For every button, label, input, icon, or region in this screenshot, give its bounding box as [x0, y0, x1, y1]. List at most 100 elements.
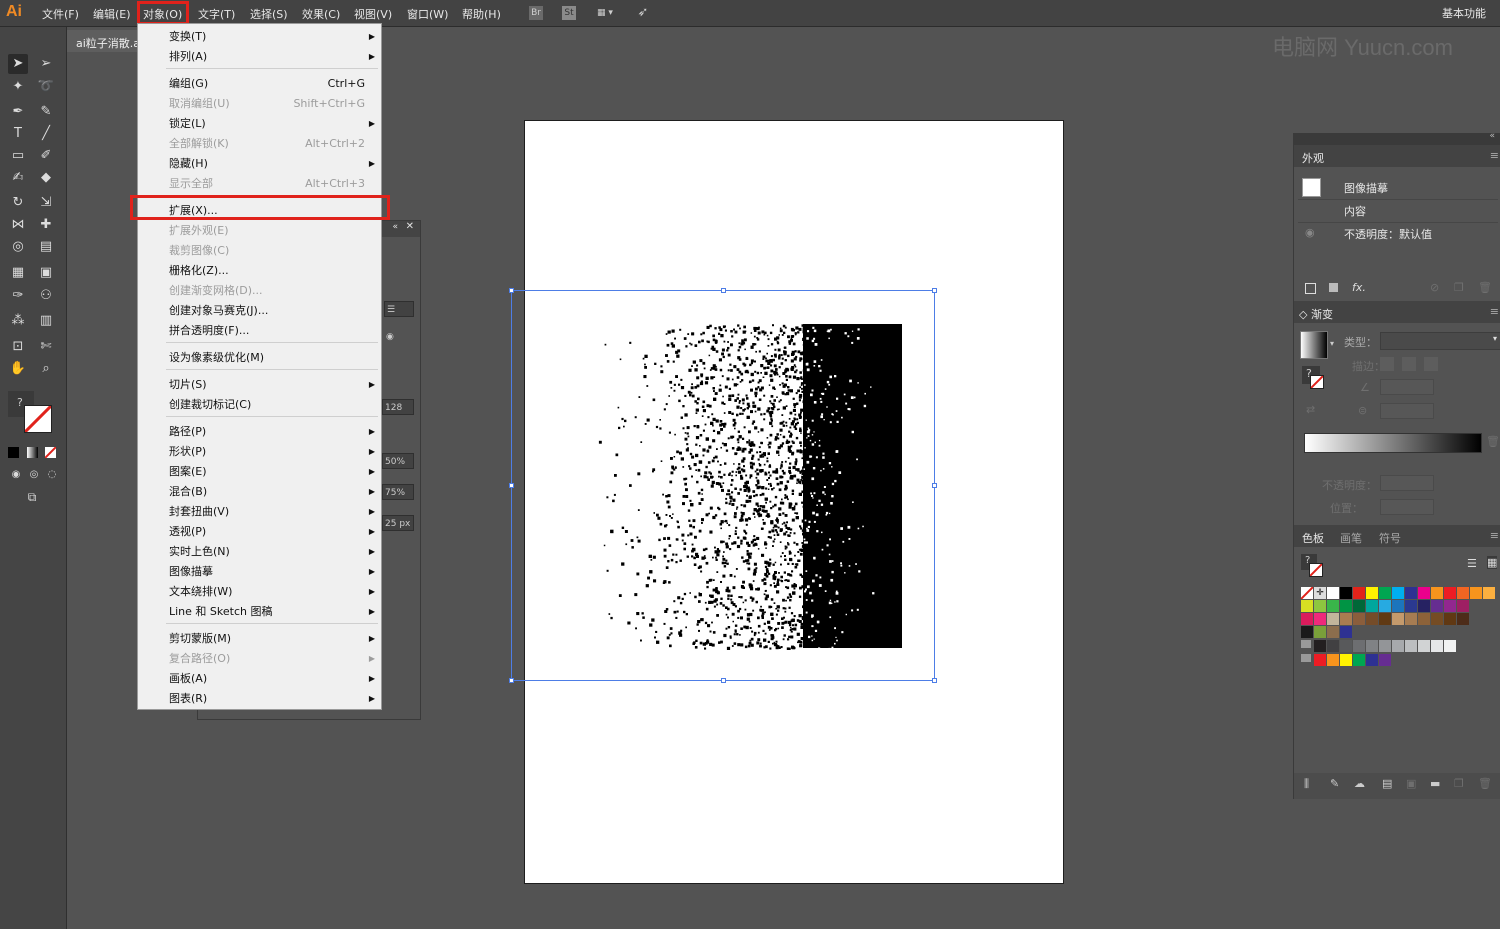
pattern-swatch[interactable] — [1340, 626, 1352, 638]
chevron-down-icon[interactable]: ▾ — [1330, 339, 1334, 348]
arrange-documents-icon[interactable]: ▦ ▾ — [592, 6, 618, 20]
none-swatch[interactable] — [1300, 586, 1314, 600]
color-swatch[interactable] — [1418, 613, 1430, 625]
resize-handle-top-right[interactable] — [932, 288, 937, 293]
fx-icon[interactable]: fx. — [1352, 281, 1366, 294]
object-menu-item[interactable]: 创建对象马赛克(J)... — [169, 302, 369, 320]
appearance-content-label[interactable]: 内容 — [1344, 203, 1366, 219]
color-swatch[interactable] — [1431, 600, 1443, 612]
color-swatch[interactable] — [1353, 587, 1365, 599]
gradient-slider[interactable] — [1304, 433, 1482, 453]
visibility-eye-icon[interactable]: ◉ — [1305, 226, 1315, 239]
resize-handle-right[interactable] — [932, 483, 937, 488]
object-menu-item[interactable]: 栅格化(Z)... — [169, 262, 369, 280]
panel-menu-icon[interactable]: ≡ — [1490, 529, 1499, 542]
registration-swatch[interactable]: ✛ — [1314, 587, 1326, 599]
panel-menu-icon[interactable]: ≡ — [1490, 149, 1499, 162]
swatch-kind-icon[interactable]: ✎ — [1330, 777, 1339, 790]
color-swatch[interactable] — [1340, 600, 1352, 612]
color-swatch[interactable] — [1340, 587, 1352, 599]
object-menu-item[interactable]: 透视(P) ▶ — [169, 523, 375, 541]
gradient-stroke-box[interactable] — [1310, 375, 1324, 389]
gray-swatch[interactable] — [1418, 640, 1430, 652]
color-swatch[interactable] — [1314, 600, 1326, 612]
threshold-field[interactable]: 128 — [382, 399, 414, 415]
color-swatch[interactable] — [1314, 613, 1326, 625]
object-menu-item[interactable]: 混合(B) ▶ — [169, 483, 375, 501]
object-menu-item[interactable]: 图案(E) ▶ — [169, 463, 375, 481]
pattern-swatch[interactable] — [1301, 626, 1313, 638]
object-menu-item[interactable]: 设为像素级优化(M) — [169, 349, 369, 367]
symbol-sprayer-tool-icon[interactable]: ⁂ — [8, 311, 28, 331]
selection-tool-icon[interactable]: ➤ — [8, 54, 28, 74]
pattern-swatch[interactable] — [1314, 626, 1326, 638]
tab-gradient[interactable]: ◇ 渐变 — [1299, 306, 1333, 322]
mesh-tool-icon[interactable]: ▦ — [8, 263, 28, 283]
object-menu-item[interactable]: 编组(G) Ctrl+G — [169, 75, 369, 93]
blend-tool-icon[interactable]: ⚇ — [36, 286, 56, 306]
gpu-performance-icon[interactable]: ➶ — [636, 6, 650, 20]
magic-wand-tool-icon[interactable]: ✦ — [8, 77, 28, 97]
object-menu-item[interactable]: 实时上色(N) ▶ — [169, 543, 375, 561]
scale-tool-icon[interactable]: ⇲ — [36, 193, 56, 213]
color-group-folder-icon[interactable] — [1301, 640, 1311, 648]
gray-swatch[interactable] — [1314, 640, 1326, 652]
resize-handle-bottom[interactable] — [721, 678, 726, 683]
color-swatch[interactable] — [1392, 600, 1404, 612]
color-swatch[interactable] — [1483, 587, 1495, 599]
color-swatch[interactable] — [1405, 587, 1417, 599]
cloud-icon[interactable]: ☁ — [1354, 777, 1365, 790]
gray-swatch[interactable] — [1392, 640, 1404, 652]
color-swatch[interactable] — [1366, 600, 1378, 612]
color-swatch[interactable] — [1418, 600, 1430, 612]
new-folder-icon[interactable]: ▬ — [1430, 777, 1440, 790]
none-mode-button[interactable] — [45, 447, 56, 458]
add-fill-icon[interactable] — [1329, 283, 1338, 292]
color-swatch[interactable] — [1431, 613, 1443, 625]
menu-8[interactable]: 帮助(H) — [462, 6, 501, 22]
object-menu-item[interactable]: 封套扭曲(V) ▶ — [169, 503, 375, 521]
bright-swatch[interactable] — [1314, 654, 1326, 666]
shape-builder-tool-icon[interactable]: ◎ — [8, 237, 28, 257]
lasso-tool-icon[interactable]: ➰ — [36, 77, 56, 97]
pattern-swatch[interactable] — [1327, 626, 1339, 638]
bright-swatch[interactable] — [1366, 654, 1378, 666]
column-graph-tool-icon[interactable]: ▥ — [36, 311, 56, 331]
object-menu-item[interactable]: 路径(P) ▶ — [169, 423, 375, 441]
menu-4[interactable]: 选择(S) — [250, 6, 288, 22]
color-swatch[interactable] — [1353, 600, 1365, 612]
rotate-tool-icon[interactable]: ↻ — [8, 193, 28, 213]
artboard-tool-icon[interactable]: ⊡ — [8, 337, 28, 357]
object-menu-item[interactable]: 拼合透明度(F)... — [169, 322, 369, 340]
color-swatch[interactable] — [1379, 600, 1391, 612]
object-menu-item[interactable]: 剪切蒙版(M) ▶ — [169, 630, 375, 648]
draw-behind-icon[interactable]: ◎ — [24, 465, 44, 485]
bright-swatch[interactable] — [1340, 654, 1352, 666]
gray-swatch[interactable] — [1340, 640, 1352, 652]
object-menu-item[interactable]: 画板(A) ▶ — [169, 670, 375, 688]
tab-swatches[interactable]: 色板 — [1302, 530, 1324, 546]
gray-swatch[interactable] — [1353, 640, 1365, 652]
bridge-icon[interactable]: Br — [529, 6, 543, 20]
color-swatch[interactable] — [1366, 587, 1378, 599]
eyedropper-tool-icon[interactable]: ✑ — [8, 286, 28, 306]
collapse-icon[interactable]: « — [1489, 131, 1495, 141]
menu-5[interactable]: 效果(C) — [302, 6, 340, 22]
color-swatch[interactable] — [1301, 613, 1313, 625]
gradient-thumbnail[interactable] — [1300, 331, 1328, 359]
corners-field[interactable]: 75% — [382, 484, 414, 500]
object-menu-item[interactable]: Line 和 Sketch 图稿 ▶ — [169, 603, 375, 621]
paintbrush-tool-icon[interactable]: ✐ — [36, 146, 56, 166]
close-icon[interactable]: ✕ — [406, 221, 414, 232]
color-swatch[interactable] — [1457, 587, 1469, 599]
menu-1[interactable]: 编辑(E) — [93, 6, 131, 22]
color-swatch[interactable] — [1457, 600, 1469, 612]
menu-3[interactable]: 文字(T) — [198, 6, 235, 22]
perspective-grid-tool-icon[interactable]: ▤ — [36, 237, 56, 257]
tab-appearance[interactable]: 外观 — [1302, 150, 1324, 166]
gradient-mode-button[interactable] — [27, 447, 38, 458]
color-swatch[interactable] — [1444, 587, 1456, 599]
object-menu-item[interactable]: 排列(A) ▶ — [169, 48, 375, 66]
resize-handle-top-left[interactable] — [509, 288, 514, 293]
curvature-tool-icon[interactable]: ✎ — [36, 102, 56, 122]
